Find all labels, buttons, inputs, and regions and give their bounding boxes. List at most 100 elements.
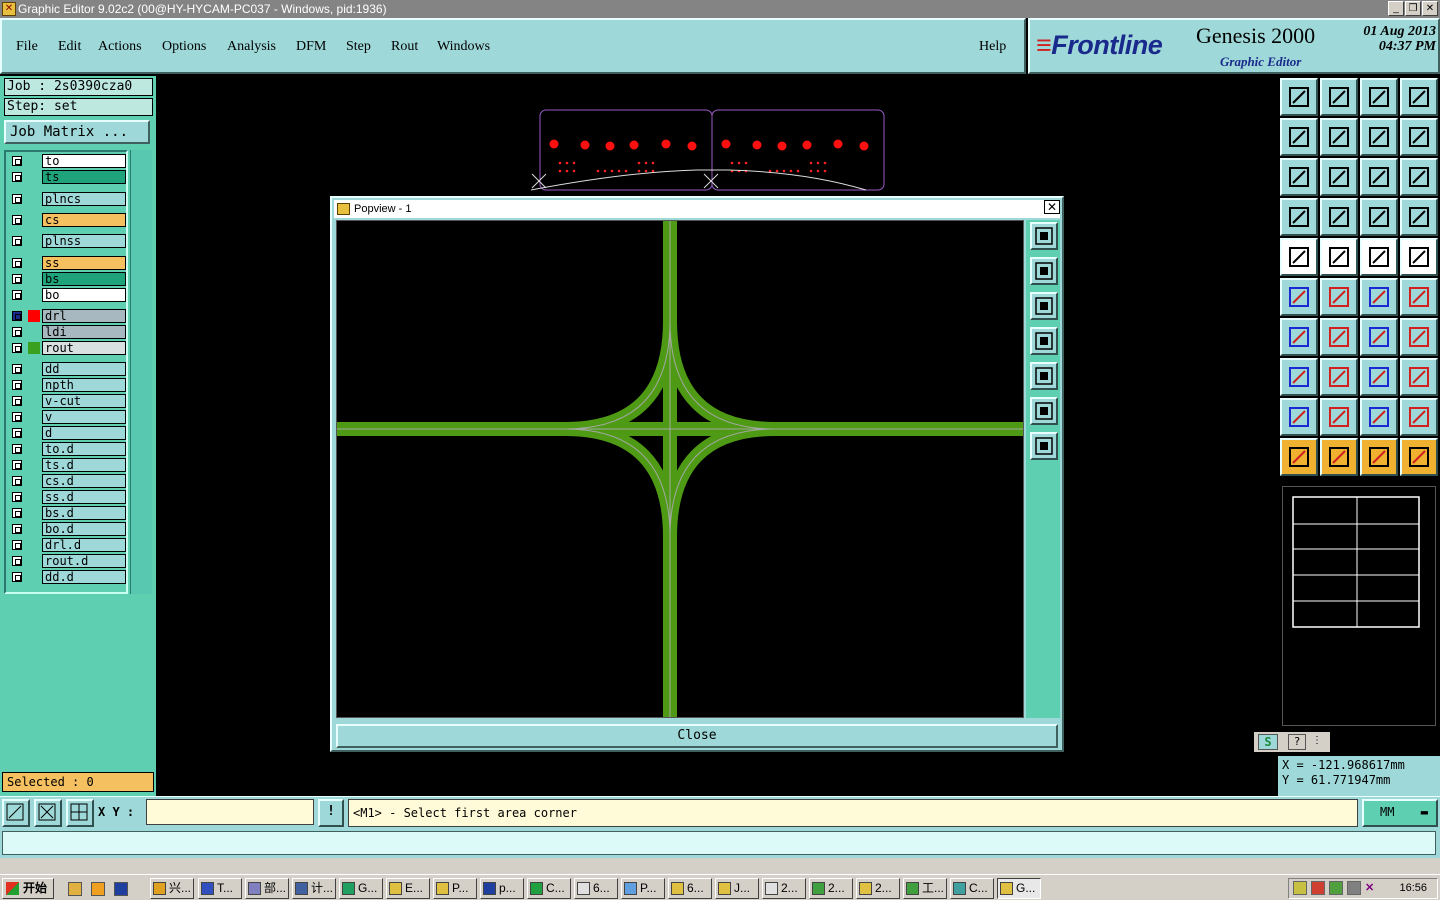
ruler-icon[interactable] <box>1360 238 1398 276</box>
fit-icon[interactable] <box>1280 158 1318 196</box>
arc-icon[interactable] <box>1360 318 1398 356</box>
maximize-button[interactable]: ❐ <box>1405 1 1421 16</box>
layers-red-icon[interactable] <box>1360 198 1398 236</box>
taskbar-item[interactable]: E... <box>386 878 430 899</box>
minus-icon[interactable] <box>1320 358 1358 396</box>
tray-icon-1[interactable] <box>1293 881 1307 895</box>
layer-row-ss-d[interactable]: ss.d <box>8 490 126 504</box>
question-icon[interactable]: ? <box>1288 734 1306 750</box>
settings-icon[interactable] <box>1280 198 1318 236</box>
layer-checkbox[interactable] <box>12 236 22 246</box>
s-icon[interactable]: S <box>1258 734 1278 750</box>
taskbar-item[interactable]: T... <box>198 878 242 899</box>
pop-fit-icon[interactable] <box>1030 397 1058 425</box>
layer-row-ss[interactable]: ss <box>8 256 126 270</box>
layer-checkbox[interactable] <box>12 444 22 454</box>
menu-edit[interactable]: Edit <box>58 39 81 55</box>
layer-checkbox[interactable] <box>12 396 22 406</box>
pop-down-icon[interactable] <box>1030 292 1058 320</box>
taskbar-item[interactable]: 2... <box>856 878 900 899</box>
taskbar-item[interactable]: 计... <box>292 878 336 899</box>
chevron-down-icon[interactable]: ⋮ <box>1310 734 1324 750</box>
slash-icon[interactable] <box>1320 318 1358 356</box>
home-top-icon[interactable] <box>1280 78 1318 116</box>
menu-options[interactable]: Options <box>162 39 206 55</box>
layer-row-plnss[interactable]: plnss <box>8 234 126 248</box>
minimize-button[interactable]: _ <box>1388 1 1404 16</box>
layer-checkbox[interactable] <box>12 311 22 321</box>
menu-windows[interactable]: Windows <box>437 39 490 55</box>
pop-zoom-icon[interactable] <box>1030 222 1058 250</box>
layer-row-ts[interactable]: ts <box>8 170 126 184</box>
layer-row-bo[interactable]: bo <box>8 288 126 302</box>
measure-icon[interactable] <box>34 799 62 827</box>
select-icon[interactable] <box>1280 438 1318 476</box>
layer-row-to-d[interactable]: to.d <box>8 442 126 456</box>
pop-right-icon[interactable] <box>1030 362 1058 390</box>
window-icon[interactable] <box>1400 78 1438 116</box>
node-icon[interactable] <box>1280 278 1318 316</box>
tray-icon-5[interactable]: ✕ <box>1365 881 1379 895</box>
layer-row-rout[interactable]: rout <box>8 341 126 355</box>
select-3-icon[interactable] <box>1360 438 1398 476</box>
taskbar-item[interactable]: 6... <box>668 878 712 899</box>
layer-checkbox[interactable] <box>12 540 22 550</box>
dimension-icon[interactable] <box>1360 358 1398 396</box>
angle-icon[interactable] <box>1280 318 1318 356</box>
taskbar-item[interactable]: 2... <box>809 878 853 899</box>
fit-red-icon[interactable] <box>1400 318 1438 356</box>
menu-actions[interactable]: Actions <box>98 39 142 55</box>
layer-row-v[interactable]: v <box>8 410 126 424</box>
layer-row-ldi[interactable]: ldi <box>8 325 126 339</box>
undo-icon[interactable] <box>1360 118 1398 156</box>
layer-row-rout-d[interactable]: rout.d <box>8 554 126 568</box>
taskbar-item[interactable]: 6... <box>574 878 618 899</box>
move-icon[interactable] <box>1280 358 1318 396</box>
menu-file[interactable]: File <box>16 39 38 55</box>
quick-launch-icon[interactable] <box>68 882 82 896</box>
close-window-button[interactable]: ✕ <box>1422 1 1438 16</box>
tray-icon-2[interactable] <box>1311 881 1325 895</box>
overview-map[interactable] <box>1282 486 1436 726</box>
job-matrix-button[interactable]: Job Matrix ... <box>4 120 150 144</box>
info-button[interactable]: ! <box>318 799 344 827</box>
point-icon[interactable] <box>1360 278 1398 316</box>
arrow-left-icon[interactable] <box>1280 118 1318 156</box>
tray-icon-3[interactable] <box>1329 881 1343 895</box>
cross-icon[interactable] <box>1320 278 1358 316</box>
taskbar-item[interactable]: P... <box>621 878 665 899</box>
shapes-icon[interactable] <box>1400 358 1438 396</box>
taskbar-item[interactable]: 兴... <box>150 878 194 899</box>
circle-icon[interactable] <box>1400 238 1438 276</box>
layer-checkbox[interactable] <box>12 274 22 284</box>
popview-close-icon[interactable]: ✕ <box>1044 200 1060 214</box>
layer-row-v-cut[interactable]: v-cut <box>8 394 126 408</box>
menu-analysis[interactable]: Analysis <box>227 39 276 55</box>
arrow-right-icon[interactable] <box>1320 118 1358 156</box>
layer-row-plncs[interactable]: plncs <box>8 192 126 206</box>
layer-checkbox[interactable] <box>12 156 22 166</box>
taskbar-item[interactable]: p... <box>480 878 524 899</box>
zoom-icon[interactable] <box>1320 158 1358 196</box>
layer-checkbox[interactable] <box>12 508 22 518</box>
triangle-4-icon[interactable] <box>1400 398 1438 436</box>
menu-dfm[interactable]: DFM <box>296 39 326 55</box>
pad-icon[interactable] <box>1280 238 1318 276</box>
quick-launch-icon[interactable] <box>91 882 105 896</box>
layer-row-d[interactable]: d <box>8 426 126 440</box>
layer-checkbox[interactable] <box>12 572 22 582</box>
layer-checkbox[interactable] <box>12 524 22 534</box>
taskbar-item[interactable]: 2... <box>762 878 806 899</box>
menu-rout[interactable]: Rout <box>391 39 418 55</box>
layer-checkbox[interactable] <box>12 215 22 225</box>
taskbar-item[interactable]: P... <box>433 878 477 899</box>
layer-row-cs-d[interactable]: cs.d <box>8 474 126 488</box>
layer-checkbox[interactable] <box>12 412 22 422</box>
taskbar-item[interactable]: G... <box>997 878 1041 899</box>
point-2-icon[interactable] <box>1400 278 1438 316</box>
popview-canvas[interactable] <box>336 220 1024 718</box>
menu-help[interactable]: Help <box>979 39 1006 55</box>
layer-row-ts-d[interactable]: ts.d <box>8 458 126 472</box>
help-icon[interactable] <box>1400 158 1438 196</box>
layer-checkbox[interactable] <box>12 194 22 204</box>
